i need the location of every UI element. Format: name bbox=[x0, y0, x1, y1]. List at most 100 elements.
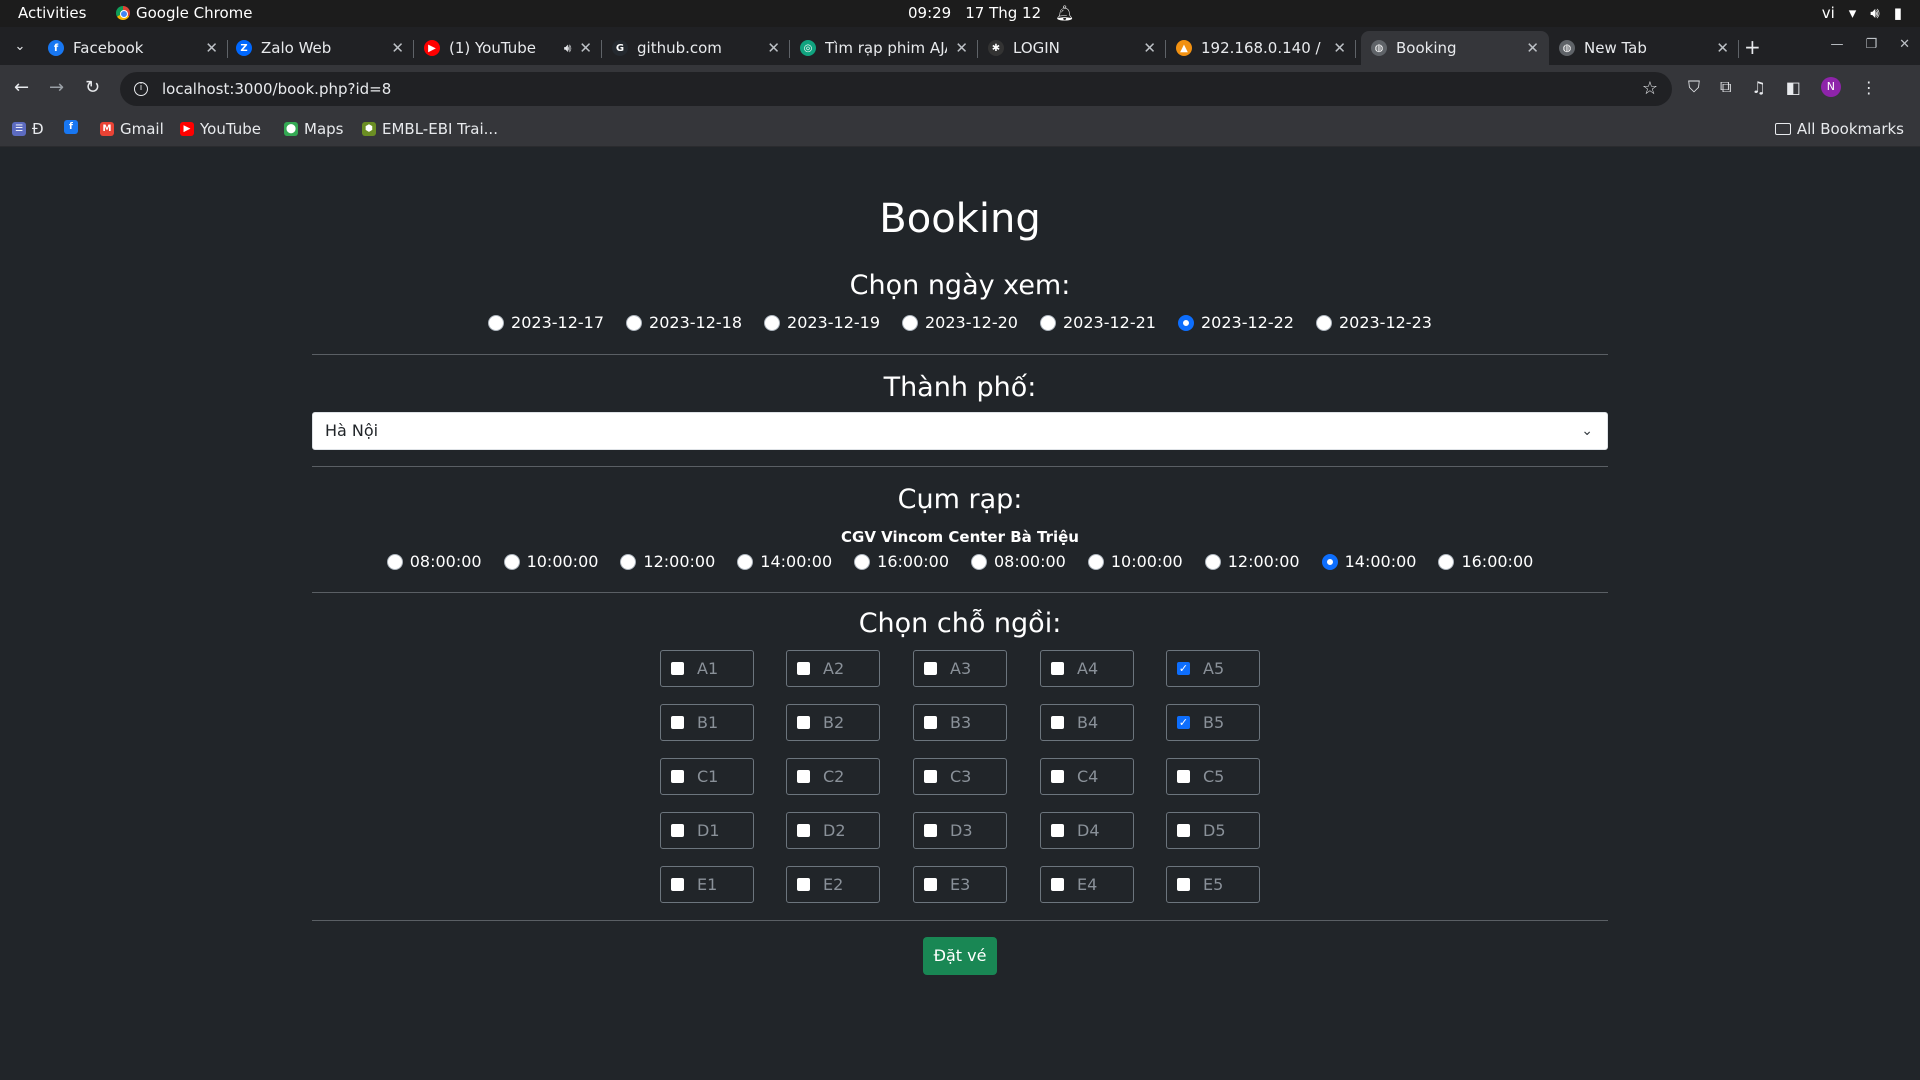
back-arrow-icon[interactable]: ← bbox=[14, 77, 29, 98]
seat-option[interactable]: ✓ A5 bbox=[1166, 650, 1260, 687]
bookmark-item[interactable]: ⬤ Maps bbox=[284, 120, 343, 138]
seat-checkbox[interactable] bbox=[1051, 824, 1064, 837]
radio-option[interactable]: 14:00:00 bbox=[737, 552, 832, 571]
radio-button[interactable] bbox=[626, 314, 643, 331]
seat-checkbox[interactable]: ✓ bbox=[1177, 716, 1190, 729]
tab-close-icon[interactable]: ✕ bbox=[767, 39, 780, 57]
radio-button[interactable] bbox=[737, 553, 754, 570]
bookmark-item[interactable]: ⬢ EMBL-EBI Trai... bbox=[362, 120, 498, 138]
browser-tab[interactable]: ▲ 192.168.0.140 / lo ✕ bbox=[1166, 31, 1356, 65]
seat-option[interactable]: B3 bbox=[913, 704, 1007, 741]
seat-option[interactable]: C4 bbox=[1040, 758, 1134, 795]
radio-button[interactable] bbox=[764, 314, 781, 331]
seat-checkbox[interactable] bbox=[797, 716, 810, 729]
radio-option[interactable]: 2023-12-22 bbox=[1177, 313, 1294, 332]
seat-checkbox[interactable] bbox=[671, 716, 684, 729]
browser-tab[interactable]: ▶ (1) YouTube 🔊︎ ✕ bbox=[414, 31, 602, 65]
seat-checkbox[interactable] bbox=[797, 824, 810, 837]
tab-close-icon[interactable]: ✕ bbox=[1716, 39, 1729, 57]
browser-tab[interactable]: ✱ LOGIN ✕ bbox=[978, 31, 1166, 65]
seat-option[interactable]: B2 bbox=[786, 704, 880, 741]
audio-playing-icon[interactable]: 🔊︎ bbox=[564, 41, 572, 56]
radio-option[interactable]: 12:00:00 bbox=[1204, 552, 1300, 571]
bookmark-item[interactable]: f bbox=[64, 120, 78, 134]
seat-checkbox[interactable] bbox=[1177, 770, 1190, 783]
radio-option[interactable]: 2023-12-21 bbox=[1039, 313, 1156, 332]
radio-button[interactable] bbox=[854, 553, 871, 570]
bookmark-item[interactable]: ☰ Đ bbox=[12, 120, 44, 138]
restore-icon[interactable]: ❐ bbox=[1865, 37, 1877, 52]
side-panel-icon[interactable]: ◧ bbox=[1786, 78, 1801, 97]
seat-option[interactable]: A2 bbox=[786, 650, 880, 687]
seat-checkbox[interactable] bbox=[924, 662, 937, 675]
seat-option[interactable]: E3 bbox=[913, 866, 1007, 903]
system-tray[interactable]: vi ▾ 🔊︎ ▮ bbox=[1822, 4, 1902, 22]
activities-button[interactable]: Activities bbox=[18, 4, 86, 22]
tab-close-icon[interactable]: ✕ bbox=[1143, 39, 1156, 57]
browser-tab[interactable]: ◍ Booking ✕ bbox=[1361, 31, 1549, 65]
radio-button[interactable] bbox=[1315, 314, 1332, 331]
close-window-icon[interactable]: ✕ bbox=[1899, 37, 1910, 52]
seat-checkbox[interactable] bbox=[1051, 878, 1064, 891]
seat-option[interactable]: C2 bbox=[786, 758, 880, 795]
seat-option[interactable]: E1 bbox=[660, 866, 754, 903]
book-ticket-button[interactable]: Đặt vé bbox=[923, 937, 997, 975]
seat-checkbox[interactable] bbox=[924, 824, 937, 837]
tab-close-icon[interactable]: ✕ bbox=[391, 39, 404, 57]
seat-checkbox[interactable] bbox=[671, 662, 684, 675]
forward-arrow-icon[interactable]: → bbox=[49, 77, 64, 98]
seat-checkbox[interactable] bbox=[797, 878, 810, 891]
site-info-icon[interactable]: i bbox=[134, 82, 148, 96]
seat-option[interactable]: E2 bbox=[786, 866, 880, 903]
seat-option[interactable]: B4 bbox=[1040, 704, 1134, 741]
bookmark-item[interactable]: ▶ YouTube bbox=[180, 120, 261, 138]
seat-checkbox[interactable] bbox=[924, 770, 937, 783]
seat-option[interactable]: D3 bbox=[913, 812, 1007, 849]
bookmark-item[interactable]: M Gmail bbox=[100, 120, 164, 138]
seat-checkbox[interactable] bbox=[671, 770, 684, 783]
seat-option[interactable]: D4 bbox=[1040, 812, 1134, 849]
radio-option[interactable]: 2023-12-20 bbox=[902, 313, 1018, 332]
radio-option[interactable]: 16:00:00 bbox=[854, 552, 949, 571]
profile-avatar[interactable]: N bbox=[1820, 77, 1841, 97]
browser-tab[interactable]: f Facebook ✕ bbox=[38, 31, 228, 65]
radio-option[interactable]: 2023-12-23 bbox=[1315, 313, 1432, 332]
radio-option[interactable]: 14:00:00 bbox=[1321, 552, 1416, 571]
browser-tab[interactable]: ◍ New Tab ✕ bbox=[1549, 31, 1739, 65]
seat-checkbox[interactable] bbox=[1051, 662, 1064, 675]
seat-option[interactable]: A3 bbox=[913, 650, 1007, 687]
browser-tab[interactable]: ◎ Tìm rạp phim AJA ✕ bbox=[790, 31, 978, 65]
seat-checkbox[interactable]: ✓ bbox=[1177, 662, 1190, 675]
seat-option[interactable]: D5 bbox=[1166, 812, 1260, 849]
tab-search-chevron-icon[interactable]: ⌄ bbox=[8, 35, 32, 59]
radio-button[interactable] bbox=[1321, 553, 1338, 570]
radio-option[interactable]: 10:00:00 bbox=[1087, 552, 1183, 571]
radio-option[interactable]: 08:00:00 bbox=[386, 552, 482, 571]
radio-button[interactable] bbox=[503, 553, 520, 570]
tab-close-icon[interactable]: ✕ bbox=[1333, 39, 1346, 57]
radio-button[interactable] bbox=[488, 314, 505, 331]
seat-checkbox[interactable] bbox=[1177, 878, 1190, 891]
seat-option[interactable]: A1 bbox=[660, 650, 754, 687]
seat-option[interactable]: E4 bbox=[1040, 866, 1134, 903]
seat-checkbox[interactable] bbox=[1177, 824, 1190, 837]
tab-close-icon[interactable]: ✕ bbox=[955, 39, 968, 57]
seat-option[interactable]: D1 bbox=[660, 812, 754, 849]
seat-checkbox[interactable] bbox=[924, 878, 937, 891]
minimize-icon[interactable]: — bbox=[1830, 37, 1843, 52]
puzzle-extensions-icon[interactable]: ⧉ bbox=[1720, 77, 1731, 97]
reload-icon[interactable]: ↻ bbox=[85, 77, 100, 98]
city-select[interactable]: Hà Nội ⌄ bbox=[312, 412, 1608, 450]
bookmark-star-icon[interactable]: ☆ bbox=[1642, 78, 1658, 99]
seat-option[interactable]: C3 bbox=[913, 758, 1007, 795]
seat-option[interactable]: B1 bbox=[660, 704, 754, 741]
app-menu[interactable]: Google Chrome bbox=[116, 4, 253, 22]
seat-checkbox[interactable] bbox=[797, 662, 810, 675]
radio-button[interactable] bbox=[620, 553, 637, 570]
browser-tab[interactable]: Ggithub.com ✕ bbox=[602, 31, 790, 65]
radio-option[interactable]: 16:00:00 bbox=[1438, 552, 1533, 571]
seat-option[interactable]: C1 bbox=[660, 758, 754, 795]
shield-extension-icon[interactable]: ⛉ bbox=[1688, 77, 1700, 97]
clock[interactable]: 09:29 17 Thg 12 🔔︎ bbox=[908, 4, 1074, 22]
new-tab-plus-icon[interactable]: + bbox=[1744, 35, 1761, 59]
